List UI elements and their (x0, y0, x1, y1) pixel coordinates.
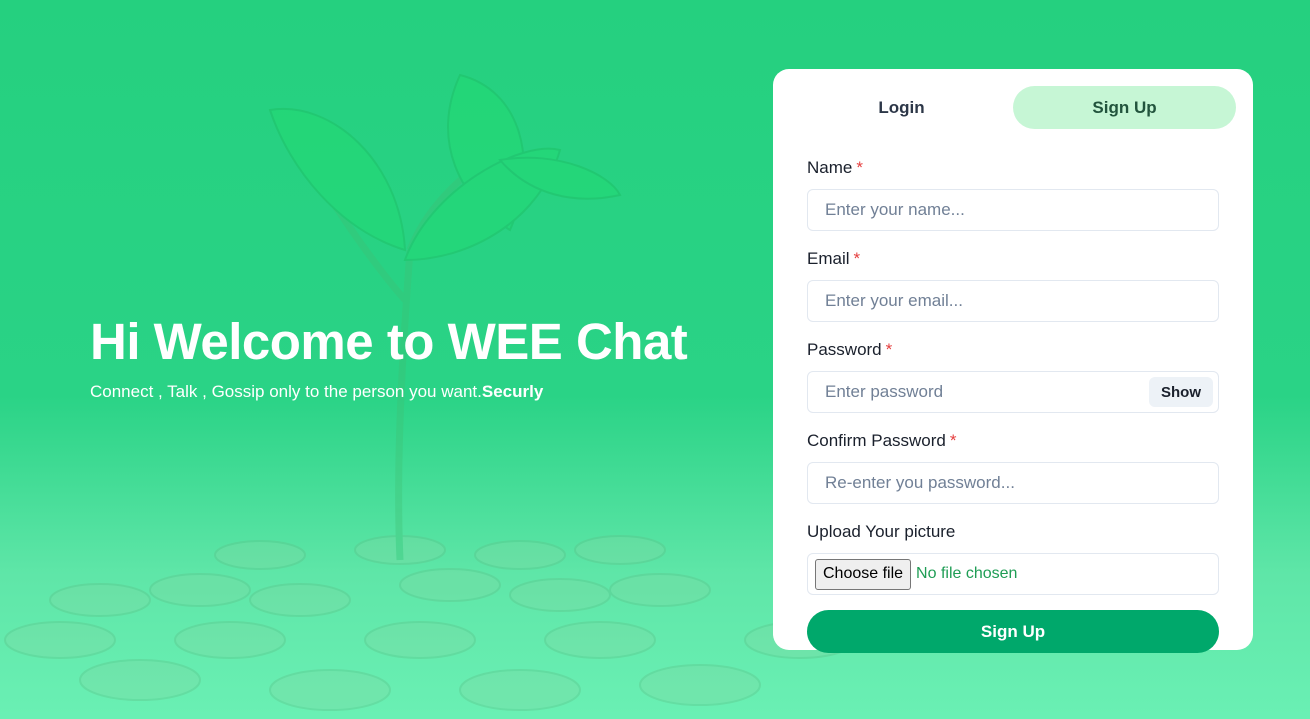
required-marker: * (856, 158, 863, 177)
file-status-text: No file chosen (916, 565, 1018, 582)
confirm-password-label-text: Confirm Password (807, 431, 946, 450)
upload-picture-label: Upload Your picture (807, 522, 956, 541)
sign-up-form: Name* Email* Password* Show Confirm Pass… (790, 157, 1236, 653)
email-label: Email * (807, 248, 1219, 270)
sign-up-submit-button[interactable]: Sign Up (807, 610, 1219, 653)
name-label-text: Name (807, 158, 853, 177)
show-password-button[interactable]: Show (1149, 377, 1213, 407)
hero-section: Hi Welcome to WEE Chat Connect , Talk , … (90, 312, 730, 403)
file-upload-field: Choose file No file chosen (807, 553, 1219, 595)
password-label: Password * (807, 339, 1219, 361)
email-field-wrapper (807, 280, 1219, 322)
email-input[interactable] (808, 281, 1218, 321)
password-label-text: Password (807, 340, 882, 359)
hero-subtitle: Connect , Talk , Gossip only to the pers… (90, 381, 730, 403)
choose-file-button[interactable]: Choose file (815, 558, 912, 590)
confirm-password-field-wrapper (807, 462, 1219, 504)
tab-sign-up[interactable]: Sign Up (1013, 86, 1236, 129)
required-marker: * (885, 340, 893, 359)
confirm-password-label: Confirm Password * (807, 430, 1219, 452)
hero-title: Hi Welcome to WEE Chat (90, 313, 688, 370)
name-input[interactable] (808, 190, 1218, 230)
auth-tabs: Login Sign Up (790, 86, 1236, 129)
email-label-text: Email (807, 249, 850, 268)
password-field-wrapper: Show (807, 371, 1219, 413)
name-label: Name * (807, 157, 1219, 179)
required-marker: * (949, 431, 957, 450)
tab-login[interactable]: Login (790, 86, 1013, 129)
name-field-wrapper (807, 189, 1219, 231)
required-marker: * (853, 249, 861, 268)
auth-card: Login Sign Up Name* Email* Password* Sho… (773, 69, 1253, 653)
confirm-password-input[interactable] (808, 463, 1218, 503)
hero-subtitle-text: Connect , Talk , Gossip only to the pers… (90, 382, 482, 401)
hero-subtitle-emphasis: Securly (481, 382, 544, 401)
